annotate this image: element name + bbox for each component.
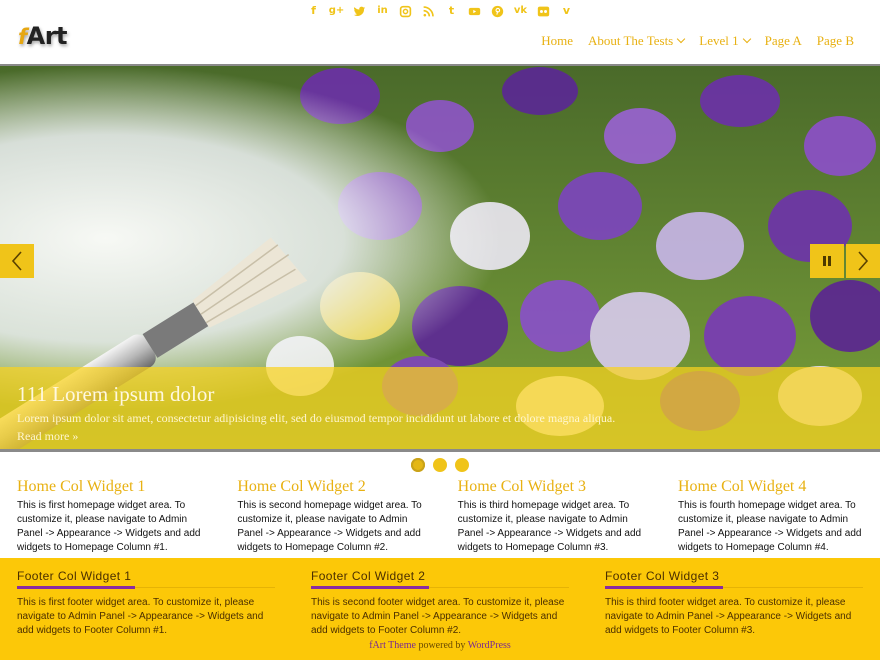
slider-pagination <box>0 458 880 472</box>
footer-widget-title-text: Footer Col Widget 1 <box>17 569 132 583</box>
footer-widget-title: Footer Col Widget 1 <box>17 568 275 589</box>
nav-about-label: About The Tests <box>587 33 674 48</box>
footer-credits: fArt Theme powered by WordPress <box>0 640 880 651</box>
footer-widget-2: Footer Col Widget 2 This is second foote… <box>311 568 569 638</box>
chevron-down-icon <box>677 34 686 44</box>
slider-dot-2[interactable] <box>433 458 447 472</box>
slide-caption: 111 Lorem ipsum dolor Lorem ipsum dolor … <box>0 367 880 449</box>
facebook-icon[interactable]: f <box>307 4 321 18</box>
wordpress-link[interactable]: WordPress <box>468 640 511 651</box>
linkedin-icon[interactable]: in <box>376 4 390 18</box>
footer-widget-title: Footer Col Widget 2 <box>311 568 569 589</box>
powered-by-text: powered by <box>415 640 468 651</box>
logo-text: Art <box>26 22 68 50</box>
home-widget-title: Home Col Widget 3 <box>457 478 587 495</box>
read-more-label: Read more <box>17 429 70 443</box>
social-icons-bar: f g+ in t vk v <box>0 0 880 22</box>
title-underline <box>17 586 135 589</box>
home-widget-3: Home Col Widget 3 This is third homepage… <box>458 477 643 555</box>
chevron-left-icon <box>11 251 22 271</box>
home-widget-2: Home Col Widget 2 This is second homepag… <box>237 477 422 555</box>
vimeo-icon[interactable]: v <box>560 4 574 18</box>
footer-widget-text: This is third footer widget area. To cus… <box>605 597 852 636</box>
footer-widgets: Footer Col Widget 1 This is first footer… <box>17 568 863 638</box>
slider-dot-1[interactable] <box>411 458 425 472</box>
google-plus-icon[interactable]: g+ <box>329 4 345 18</box>
title-underline <box>605 586 723 589</box>
vk-icon[interactable]: vk <box>514 4 528 18</box>
home-widget-4: Home Col Widget 4 This is fourth homepag… <box>678 477 863 555</box>
rss-icon[interactable] <box>422 4 436 18</box>
title-underline <box>311 586 429 589</box>
footer-widget-title-text: Footer Col Widget 3 <box>605 569 720 583</box>
slider-pause-button[interactable] <box>810 244 844 278</box>
home-widget-title: Home Col Widget 4 <box>677 478 807 495</box>
footer-widget-title: Footer Col Widget 3 <box>605 568 863 589</box>
slider-dot-3[interactable] <box>455 458 469 472</box>
pause-icon-bar <box>828 256 831 266</box>
footer-widget-text: This is second footer widget area. To cu… <box>311 597 565 636</box>
home-widget-1: Home Col Widget 1 This is first homepage… <box>17 477 202 555</box>
nav-home[interactable]: Home <box>541 33 573 49</box>
nav-home-label: Home <box>541 33 573 48</box>
footer-widget-title-text: Footer Col Widget 2 <box>311 569 426 583</box>
nav-level-1[interactable]: Level 1 <box>699 33 751 49</box>
chevron-down-icon <box>742 34 751 44</box>
chevron-right-icon <box>858 251 869 271</box>
instagram-icon[interactable] <box>399 4 413 18</box>
footer-widget-3: Footer Col Widget 3 This is third footer… <box>605 568 863 638</box>
site-footer: Footer Col Widget 1 This is first footer… <box>0 558 880 660</box>
home-widget-text: This is fourth homepage widget area. To … <box>677 500 862 553</box>
main-navigation: Home About The Tests Level 1 Page A Page… <box>541 33 854 49</box>
home-widget-title: Home Col Widget 1 <box>17 478 146 495</box>
slide-title: 111 Lorem ipsum dolor <box>17 382 215 406</box>
home-widget-text: This is first homepage widget area. To c… <box>17 500 201 553</box>
twitter-icon[interactable] <box>353 4 367 18</box>
nav-level1-label: Level 1 <box>699 33 739 48</box>
double-chevron-right-icon: » <box>72 429 79 443</box>
pause-icon <box>823 256 826 266</box>
nav-page-b[interactable]: Page B <box>817 33 854 49</box>
home-widget-text: This is third homepage widget area. To c… <box>457 500 642 553</box>
image-slider: 111 Lorem ipsum dolor Lorem ipsum dolor … <box>0 64 880 452</box>
nav-about-the-tests[interactable]: About The Tests <box>587 33 686 49</box>
slider-prev-button[interactable] <box>0 244 34 278</box>
home-widget-text: This is second homepage widget area. To … <box>237 500 422 553</box>
youtube-icon[interactable] <box>468 4 482 18</box>
nav-page-b-label: Page B <box>816 33 854 48</box>
home-widget-title: Home Col Widget 2 <box>237 478 366 495</box>
pinterest-icon[interactable] <box>491 4 505 18</box>
slide-text: Lorem ipsum dolor sit amet, consectetur … <box>17 411 616 425</box>
flickr-icon[interactable] <box>537 4 551 18</box>
footer-widget-1: Footer Col Widget 1 This is first footer… <box>17 568 275 638</box>
theme-link[interactable]: fArt Theme <box>369 640 416 651</box>
footer-widget-text: This is first footer widget area. To cus… <box>17 597 264 636</box>
logo-f: f <box>18 25 27 49</box>
site-logo[interactable]: fArt <box>18 22 68 52</box>
tumblr-icon[interactable]: t <box>445 4 459 18</box>
nav-page-a[interactable]: Page A <box>765 33 802 49</box>
read-more-link[interactable]: Read more» <box>17 429 78 444</box>
home-widgets: Home Col Widget 1 This is first homepage… <box>17 477 863 555</box>
nav-page-a-label: Page A <box>764 33 802 48</box>
slider-next-button[interactable] <box>846 244 880 278</box>
